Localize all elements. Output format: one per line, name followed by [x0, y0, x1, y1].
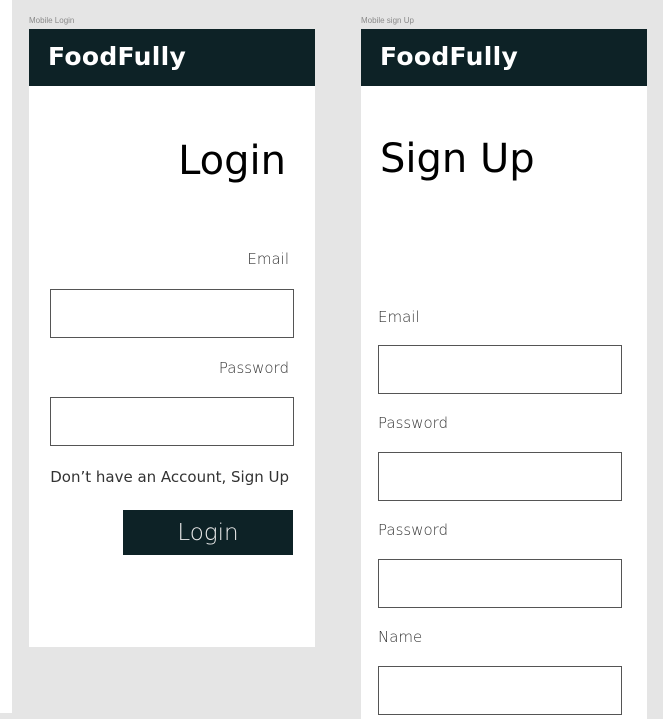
email-field[interactable] — [378, 345, 622, 394]
password-label: Password — [218, 359, 289, 377]
page-title: Sign Up — [380, 136, 535, 182]
email-label: Email — [378, 308, 420, 326]
signup-header: FoodFully — [361, 29, 647, 86]
login-header: FoodFully — [29, 29, 315, 86]
email-label: Email — [247, 250, 289, 268]
login-frame-label: Mobile Login — [29, 16, 75, 25]
name-label: Name — [378, 628, 423, 646]
email-field[interactable] — [50, 289, 294, 338]
confirm-password-label: Password — [378, 521, 449, 539]
signup-frame-label: Mobile sign Up — [361, 16, 414, 25]
canvas-edge — [0, 0, 12, 713]
signup-frame: FoodFully Sign Up Email Password Passwor… — [361, 29, 647, 719]
password-label: Password — [378, 414, 449, 432]
password-field[interactable] — [50, 397, 294, 446]
signup-link[interactable]: Don’t have an Account, Sign Up — [50, 468, 289, 486]
confirm-password-field[interactable] — [378, 559, 622, 608]
brand-logo: FoodFully — [48, 42, 187, 71]
password-field[interactable] — [378, 452, 622, 501]
page-title: Login — [178, 138, 286, 184]
brand-logo: FoodFully — [380, 42, 519, 71]
login-frame: FoodFully Login Email Password Don’t hav… — [29, 29, 315, 647]
name-field[interactable] — [378, 666, 622, 715]
login-button[interactable]: Login — [123, 510, 293, 555]
